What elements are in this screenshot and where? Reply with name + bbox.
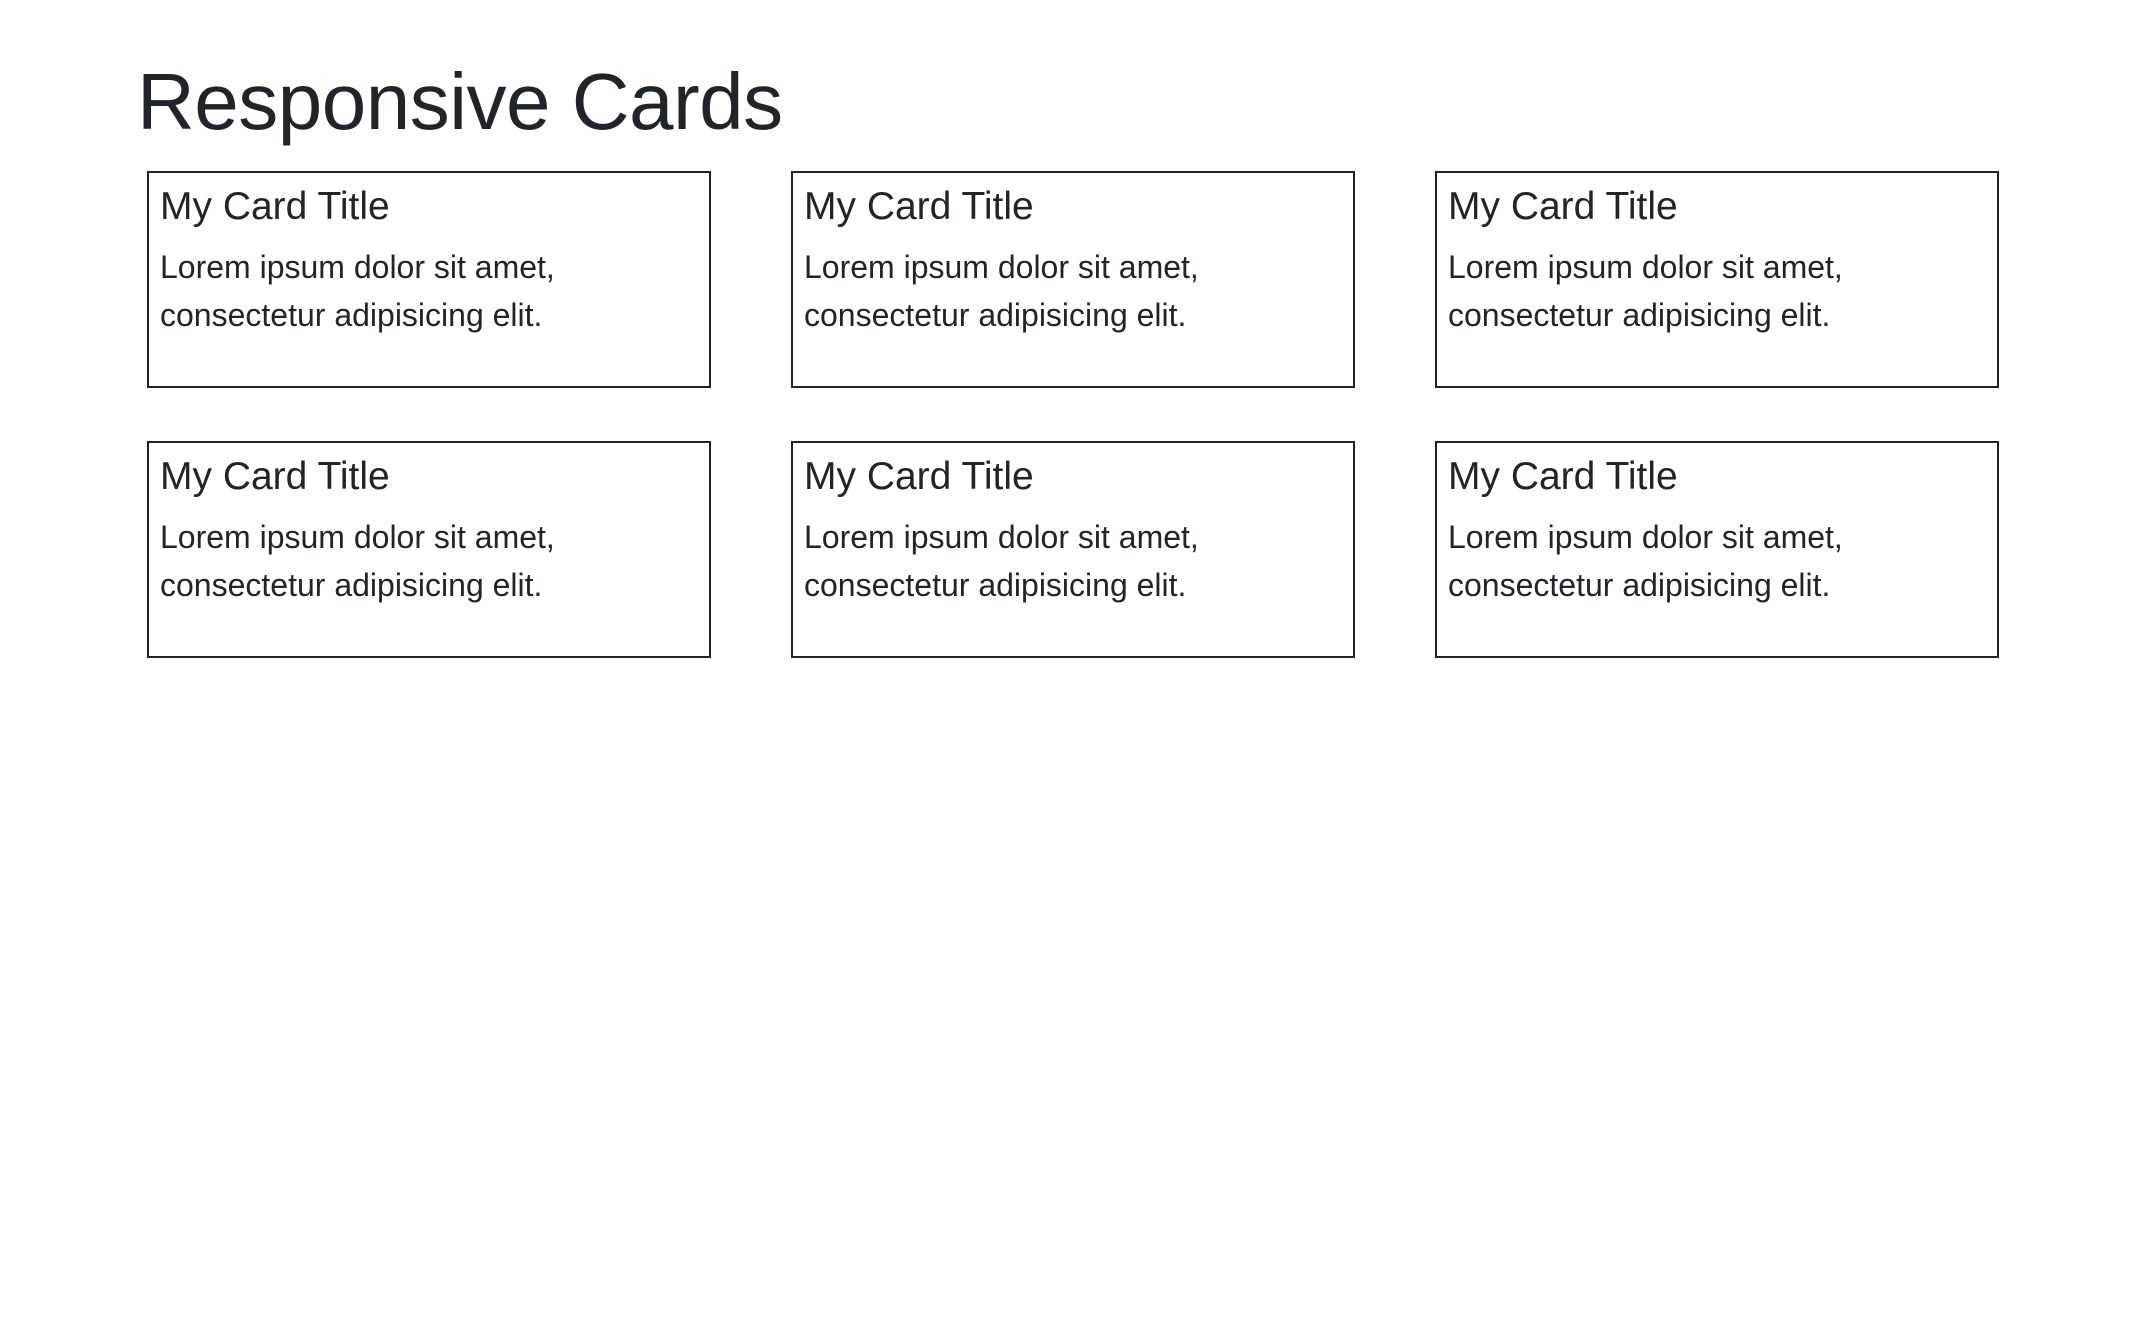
page-title: Responsive Cards	[137, 57, 783, 146]
card: My Card Title Lorem ipsum dolor sit amet…	[1435, 441, 1999, 658]
card-title: My Card Title	[1448, 455, 1678, 498]
card: My Card Title Lorem ipsum dolor sit amet…	[147, 441, 711, 658]
card-title: My Card Title	[160, 185, 390, 228]
card-title: My Card Title	[804, 455, 1034, 498]
card-grid: My Card Title Lorem ipsum dolor sit amet…	[147, 171, 1999, 658]
card-title: My Card Title	[1448, 185, 1678, 228]
card-text: Lorem ipsum dolor sit amet, consectetur …	[804, 519, 1199, 603]
card-text: Lorem ipsum dolor sit amet, consectetur …	[160, 249, 555, 333]
page: Responsive Cards My Card Title Lorem ips…	[0, 0, 2130, 1334]
card-text: Lorem ipsum dolor sit amet, consectetur …	[1448, 249, 1843, 333]
card: My Card Title Lorem ipsum dolor sit amet…	[1435, 171, 1999, 388]
card-text: Lorem ipsum dolor sit amet, consectetur …	[804, 249, 1199, 333]
card: My Card Title Lorem ipsum dolor sit amet…	[147, 171, 711, 388]
card: My Card Title Lorem ipsum dolor sit amet…	[791, 171, 1355, 388]
card: My Card Title Lorem ipsum dolor sit amet…	[791, 441, 1355, 658]
card-text: Lorem ipsum dolor sit amet, consectetur …	[1448, 519, 1843, 603]
card-title: My Card Title	[804, 185, 1034, 228]
card-text: Lorem ipsum dolor sit amet, consectetur …	[160, 519, 555, 603]
card-title: My Card Title	[160, 455, 390, 498]
